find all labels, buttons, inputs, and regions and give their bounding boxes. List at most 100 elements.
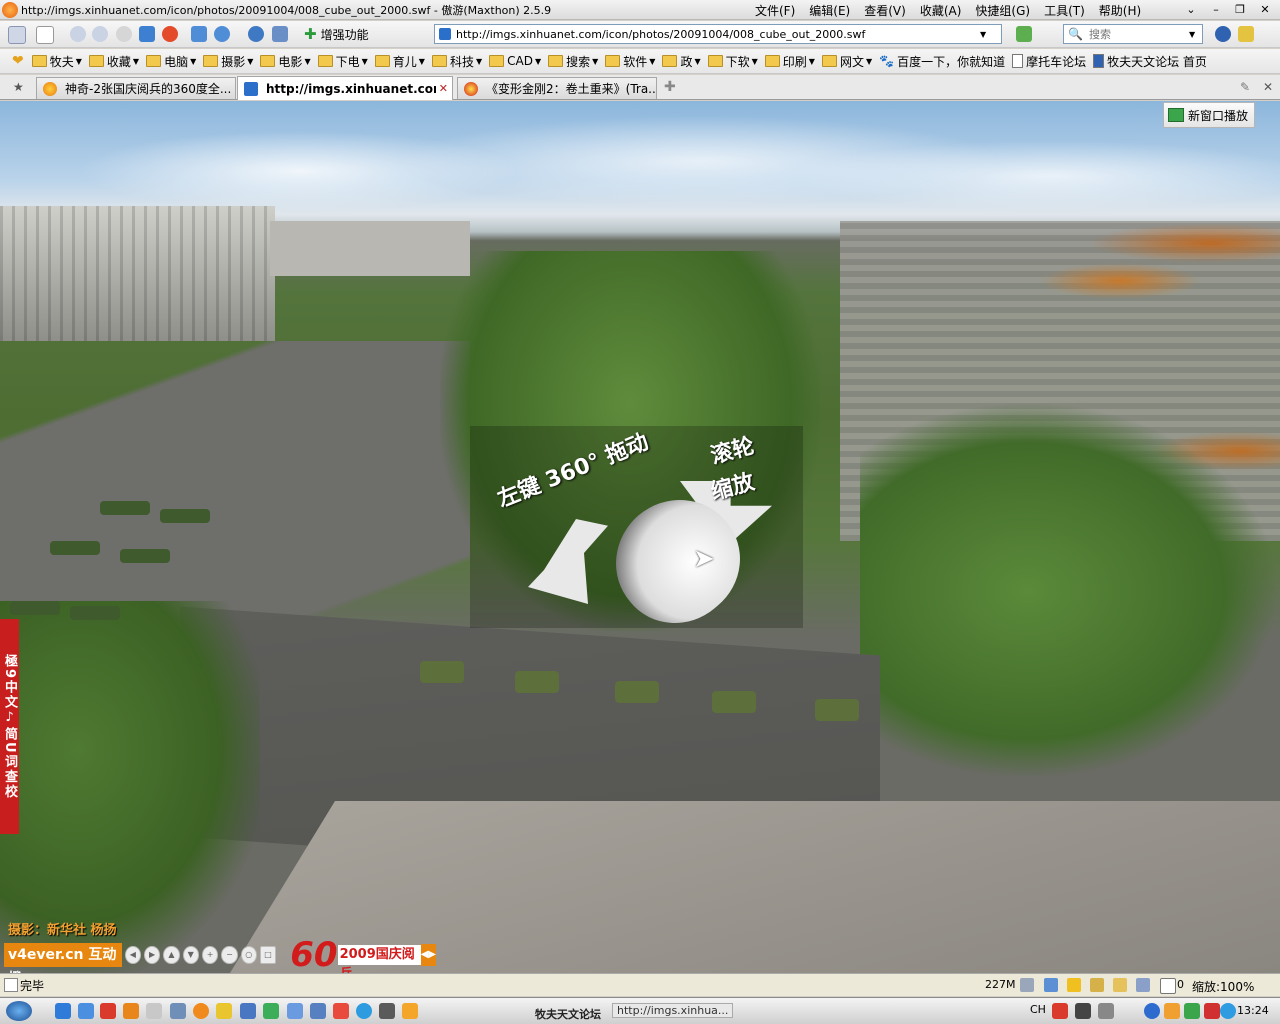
taskbar-window-button[interactable]: http://imgs.xinhua... [612,1003,734,1018]
clipboard-icon[interactable] [1090,978,1104,992]
tab-transformers[interactable]: 《变形金刚2：卷土重来》(Tra... [457,77,657,99]
menu-favorites[interactable]: 收藏(A) [920,2,962,19]
lightning-icon[interactable] [1067,978,1081,992]
quicklaunch-icon[interactable] [193,1003,209,1019]
side-dictionary-banner[interactable]: 極9中文♪简U词查校 [0,619,19,834]
tab-panorama-article[interactable]: 神奇-2张国庆阅兵的360度全... [36,77,236,99]
quicklaunch-icon[interactable] [100,1003,116,1019]
menu-file[interactable]: 文件(F) [755,2,795,19]
refresh-icon[interactable] [139,26,155,42]
search-go-icon[interactable] [1215,26,1231,42]
language-indicator[interactable]: CH [1030,1003,1046,1016]
chevron-down-icon[interactable]: ⌄ [1180,1,1202,18]
bookmark-folder[interactable]: 搜索 ▼ [548,53,598,70]
search-input[interactable] [1082,27,1189,41]
pin-icon[interactable]: ✎ [1240,80,1250,94]
menu-groups[interactable]: 快捷组(G) [975,2,1030,19]
tray-icon[interactable] [1164,1003,1180,1019]
tray-icon[interactable] [1184,1003,1200,1019]
bookmark-folder[interactable]: 政 ▼ [662,53,701,70]
minimize-button[interactable]: – [1205,1,1227,18]
pan-down-icon[interactable]: ▼ [182,946,199,964]
heart-icon[interactable]: ❤ [12,53,24,69]
undo-close-icon[interactable] [214,26,230,42]
menu-help[interactable]: 帮助(H) [1099,2,1141,19]
history-icon[interactable] [248,26,264,42]
quicklaunch-icon[interactable] [402,1003,418,1019]
new-tab-plus-icon[interactable]: ✚ [664,79,676,95]
chevron-down-icon[interactable]: ▼ [980,30,986,39]
new-tab-icon[interactable] [36,26,54,44]
tray-icon[interactable] [1220,1003,1236,1019]
help-icon[interactable] [1075,1003,1091,1019]
search-box[interactable]: 🔍 ▼ [1063,24,1203,44]
bookmark-folder[interactable]: 摄影 ▼ [203,53,253,70]
quicklaunch-icon[interactable] [356,1003,372,1019]
block-count-icon[interactable] [1160,978,1176,994]
bookmark-moto-forum[interactable]: 摩托车论坛 [1012,53,1086,70]
menu-edit[interactable]: 编辑(E) [809,2,850,19]
bookmark-folder[interactable]: CAD ▼ [489,54,541,68]
download-icon[interactable] [1044,978,1058,992]
forward-icon[interactable] [92,26,108,42]
quicklaunch-icon[interactable] [216,1003,232,1019]
zoom-out-icon[interactable]: − [221,946,238,964]
address-input[interactable] [456,27,976,41]
quicklaunch-icon[interactable] [240,1003,256,1019]
stop-circle-icon[interactable] [116,26,132,42]
bookmark-folder[interactable]: 电影 ▼ [260,53,311,70]
pan-left-icon[interactable]: ◀ [124,946,141,964]
quicklaunch-icon[interactable] [170,1003,186,1019]
memory-usage[interactable]: 227M [985,978,1016,991]
proxy-icon[interactable] [1136,978,1150,992]
zoom-in-icon[interactable]: + [201,946,219,964]
bookmark-folder[interactable]: 印刷 ▼ [764,53,815,70]
start-button[interactable] [6,1001,32,1021]
ime-icon[interactable] [1052,1003,1068,1019]
tray-icon[interactable] [1098,1003,1114,1019]
bookmark-folder[interactable]: 下软 ▼ [707,53,758,70]
autoplay-icon[interactable]: ○ [240,946,257,964]
bookmark-folder[interactable]: 下电 ▼ [317,53,368,70]
next-arrow-icon[interactable]: ◀▶ [420,944,436,966]
close-button[interactable]: ✕ [1254,1,1276,18]
go-icon[interactable] [1016,26,1032,42]
bookmark-folder[interactable]: 网文 ▼ [821,53,872,70]
fullscreen-icon[interactable]: □ [259,946,277,964]
tray-icon[interactable] [1204,1003,1220,1019]
panorama-viewer[interactable]: ➤ 左键 360° 拖动 滚轮 缩放 新窗口播放 極9中文♪简U词查校 摄影：新… [0,101,1280,973]
menu-view[interactable]: 查看(V) [864,2,906,19]
screenshot-icon[interactable] [272,26,288,42]
address-bar[interactable]: ▼ [434,24,1002,44]
quicklaunch-icon[interactable] [310,1003,326,1019]
brand-logo[interactable]: v4ever.cn 互动橙 [4,943,122,973]
close-tab-icon[interactable]: ✕ [439,82,448,95]
page-icon[interactable] [8,26,26,44]
new-window-play-button[interactable]: 新窗口播放 [1163,102,1255,128]
taskbar-app-label[interactable]: 牧夫天文论坛 [535,1006,601,1022]
star-icon[interactable]: ★ [13,80,24,94]
bookmark-folder[interactable]: 软件 ▼ [605,53,655,70]
zoom-level[interactable]: 缩放:100% [1192,978,1254,995]
home-icon[interactable] [191,26,207,42]
quicklaunch-icon[interactable] [146,1003,162,1019]
pan-right-icon[interactable]: ▶ [143,946,161,964]
tab-swf-active[interactable]: http://imgs.xinhuanet.com/... ✕ [237,76,453,100]
bookmark-astro-forum[interactable]: 牧夫天文论坛 首页 [1093,53,1207,70]
pan-up-icon[interactable]: ▲ [163,946,180,964]
bookmark-folder[interactable]: 收藏 ▼ [88,53,139,70]
bookmark-folder[interactable]: 科技 ▼ [431,53,482,70]
speaker-icon[interactable] [1020,978,1034,992]
menu-tools[interactable]: 工具(T) [1044,2,1085,19]
quicklaunch-icon[interactable] [78,1003,94,1019]
maximize-button[interactable]: ❐ [1229,1,1251,18]
quicklaunch-icon[interactable] [263,1003,279,1019]
clock[interactable]: 13:24 [1237,1004,1269,1017]
quicklaunch-icon[interactable] [287,1003,303,1019]
bookmark-folder[interactable]: 电脑 ▼ [146,53,196,70]
bookmark-folder[interactable]: 牧夫 ▼ [31,53,82,70]
bookmark-baidu[interactable]: 🐾 百度一下，你就知道 [879,53,1005,70]
highlight-icon[interactable] [1238,26,1254,42]
chevron-down-icon[interactable]: ▼ [1189,30,1195,39]
close-all-icon[interactable]: ✕ [1263,80,1273,94]
